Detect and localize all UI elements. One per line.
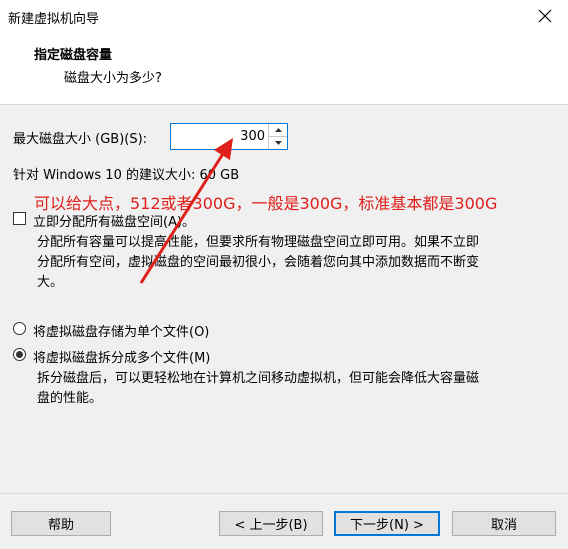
help-button[interactable]: 帮助 xyxy=(11,511,111,536)
footer-divider xyxy=(0,493,568,494)
next-button[interactable]: 下一步(N) > xyxy=(334,511,440,536)
red-arrow-icon xyxy=(139,138,233,284)
cancel-button[interactable]: 取消 xyxy=(452,511,556,536)
back-button[interactable]: < 上一步(B) xyxy=(219,511,323,536)
